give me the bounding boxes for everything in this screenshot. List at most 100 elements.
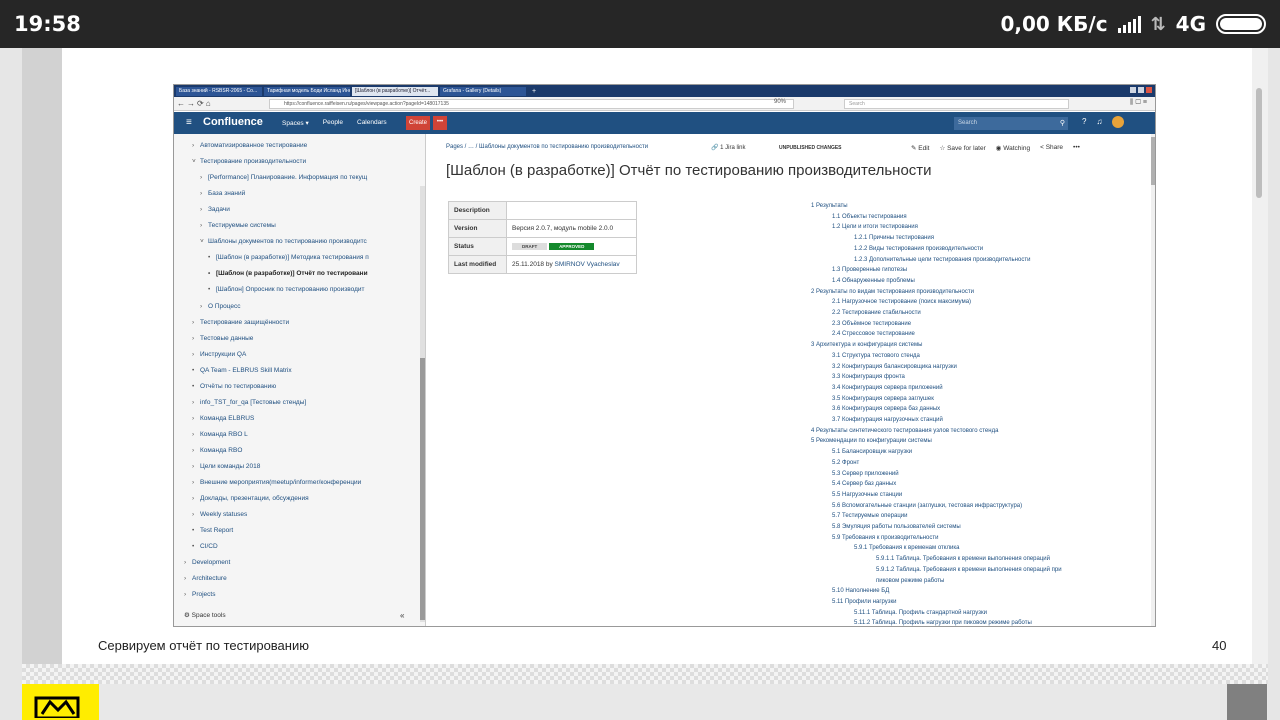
toc-link[interactable]: 5.9.1.2 Таблица. Требования к времени вы… bbox=[876, 567, 1062, 573]
sidebar-item[interactable]: › info_TST_for_qa [Тестовые стенды] bbox=[192, 399, 396, 406]
sidebar-item[interactable]: › Тестовые данные bbox=[192, 335, 396, 342]
close-icon[interactable] bbox=[1146, 87, 1152, 93]
toc-link[interactable]: 5 Рекомендации по конфигурации системы bbox=[811, 438, 932, 444]
toc-link[interactable]: 1.2.1 Причины тестирования bbox=[854, 235, 934, 241]
toolbar-menu-icon[interactable]: ⫼▢≡ bbox=[1130, 99, 1149, 107]
sidebar-item[interactable]: › Команда RBO L bbox=[192, 431, 396, 438]
sidebar-item[interactable]: • Test Report bbox=[192, 527, 396, 534]
collapse-sidebar-button[interactable]: « bbox=[400, 611, 404, 620]
address-bar[interactable]: https://confluence.raiffeisen.ru/pages/v… bbox=[269, 99, 794, 109]
sidebar-item[interactable]: • [Шаблон (в разработке)] Методика тестир… bbox=[208, 254, 396, 261]
toc-link[interactable]: 3.2 Конфигурация балансировщика нагрузки bbox=[832, 364, 957, 370]
tree-toggle-icon[interactable]: › bbox=[192, 142, 200, 149]
watching-button[interactable]: ◉ Watching bbox=[996, 144, 1030, 152]
space-tools-button[interactable]: ⚙ Space tools bbox=[184, 611, 226, 619]
sidebar-item[interactable]: ˅ Тестирование производительности bbox=[192, 158, 396, 165]
unpublished-changes-badge[interactable]: UNPUBLISHED CHANGES bbox=[779, 145, 842, 151]
tree-toggle-icon[interactable]: › bbox=[200, 174, 208, 181]
tree-toggle-icon[interactable]: › bbox=[192, 399, 200, 406]
toc-link[interactable]: 5.9.1 Требования к временам отклика bbox=[854, 545, 959, 551]
new-tab-icon[interactable]: + bbox=[528, 88, 536, 95]
toc-link[interactable]: 5.6 Вспомогательные станции (заглушки, т… bbox=[832, 503, 1022, 509]
sidebar-item[interactable]: • [Шаблон (в разработке)] Отчёт по тестир… bbox=[208, 270, 396, 277]
toc-link[interactable]: 4 Результаты синтетического тестирования… bbox=[811, 428, 998, 434]
nav-spaces[interactable]: Spaces ▾ bbox=[282, 119, 309, 127]
create-button[interactable]: Create bbox=[406, 116, 430, 130]
toc-link[interactable]: 2.1 Нагрузочное тестирование (поиск макс… bbox=[832, 299, 971, 305]
toc-link[interactable]: 1.2.3 Дополнительные цели тестирования п… bbox=[854, 257, 1030, 263]
breadcrumb[interactable]: Pages / … / Шаблоны документов по тестир… bbox=[446, 144, 648, 150]
tree-toggle-icon[interactable]: › bbox=[184, 559, 192, 566]
sidebar-item[interactable]: › Внешние мероприятия(meetup/informer/кон… bbox=[192, 479, 396, 486]
toc-link[interactable]: 5.1 Балансировщик нагрузки bbox=[832, 449, 912, 455]
toc-link[interactable]: 1.2 Цели и итоги тестирования bbox=[832, 224, 918, 230]
sidebar-item[interactable]: • [Шаблон] Опросник по тестированию произ… bbox=[208, 286, 396, 293]
nav-buttons-icon[interactable]: ←→⟳⌂ bbox=[177, 99, 213, 108]
toc-link[interactable]: 1.3 Проверенные гипотезы bbox=[832, 267, 907, 273]
tree-toggle-icon[interactable]: › bbox=[184, 575, 192, 582]
tree-toggle-icon[interactable]: › bbox=[184, 591, 192, 598]
toc-link[interactable]: 2 Результаты по видам тестирования произ… bbox=[811, 289, 974, 295]
browser-tab[interactable]: Тарифная модель Боди Исланд Инн... bbox=[264, 86, 350, 96]
sidebar-item[interactable]: › Цели команды 2018 bbox=[192, 463, 396, 470]
tree-toggle-icon[interactable]: › bbox=[192, 463, 200, 470]
sidebar-item[interactable]: › Задачи bbox=[200, 206, 396, 213]
toc-link[interactable]: 3 Архитектура и конфигурация системы bbox=[811, 342, 922, 348]
zoom-level[interactable]: 90% bbox=[774, 99, 786, 105]
toc-link[interactable]: пиковом режиме работы bbox=[876, 578, 944, 584]
notifications-icon[interactable]: ♫ bbox=[1096, 117, 1102, 128]
sidebar-item[interactable]: • CI/CD bbox=[192, 543, 396, 550]
sidebar-item[interactable]: › Команда RBO bbox=[192, 447, 396, 454]
viewer-scrollbar[interactable] bbox=[1252, 48, 1268, 664]
toc-link[interactable]: 2.2 Тестирование стабильности bbox=[832, 310, 921, 316]
sidebar-item[interactable]: › Инструкции QA bbox=[192, 351, 396, 358]
tree-toggle-icon[interactable]: • bbox=[192, 367, 200, 374]
tree-toggle-icon[interactable]: › bbox=[200, 303, 208, 310]
toc-link[interactable]: 3.1 Структура тестового стенда bbox=[832, 353, 920, 359]
toc-link[interactable]: 5.5 Нагрузочные станции bbox=[832, 492, 902, 498]
sidebar-item[interactable]: ˅ Шаблоны документов по тестированию прои… bbox=[200, 238, 396, 245]
sidebar-item[interactable]: › База знаний bbox=[200, 190, 396, 197]
toc-link[interactable]: 1.1 Объекты тестирования bbox=[832, 214, 907, 220]
tree-toggle-icon[interactable]: › bbox=[200, 206, 208, 213]
save-for-later-button[interactable]: ☆ Save for later bbox=[939, 144, 985, 152]
sidebar-item[interactable]: › Тестируемые системы bbox=[200, 222, 396, 229]
sidebar-item[interactable]: › О Процесс bbox=[200, 303, 396, 310]
toc-link[interactable]: 5.9.1.1 Таблица. Требования к времени вы… bbox=[876, 556, 1050, 562]
toc-link[interactable]: 1 Результаты bbox=[811, 203, 848, 209]
toc-link[interactable]: 1.4 Обнаруженные проблемы bbox=[832, 278, 915, 284]
sidebar-item[interactable]: › Development bbox=[184, 559, 396, 566]
toc-link[interactable]: 5.9 Требования к производительности bbox=[832, 535, 938, 541]
toc-link[interactable]: 3.7 Конфигурация нагрузочных станций bbox=[832, 417, 943, 423]
tree-toggle-icon[interactable]: › bbox=[192, 511, 200, 518]
modified-user-link[interactable]: SMIRNOV Vyacheslav bbox=[555, 261, 620, 268]
toc-link[interactable]: 5.2 Фронт bbox=[832, 460, 859, 466]
tree-toggle-icon[interactable]: › bbox=[192, 351, 200, 358]
tree-toggle-icon[interactable]: ˅ bbox=[192, 158, 200, 165]
toc-link[interactable]: 1.2.2 Виды тестирования производительнос… bbox=[854, 246, 983, 252]
toc-link[interactable]: 5.3 Сервер приложений bbox=[832, 471, 899, 477]
browser-tab-active[interactable]: [Шаблон (в разработке)] Отчёт... bbox=[352, 86, 438, 96]
tree-toggle-icon[interactable]: • bbox=[208, 286, 216, 293]
sidebar-item[interactable]: › Доклады, презентации, обсуждения bbox=[192, 495, 396, 502]
toc-link[interactable]: 5.11.1 Таблица. Профиль стандартной нагр… bbox=[854, 610, 987, 616]
tree-toggle-icon[interactable]: › bbox=[200, 190, 208, 197]
tree-toggle-icon[interactable]: ˅ bbox=[200, 238, 208, 245]
search-icon[interactable]: ⚲ bbox=[1060, 117, 1065, 130]
toc-link[interactable]: 2.3 Объёмное тестирование bbox=[832, 321, 911, 327]
tree-toggle-icon[interactable]: › bbox=[192, 479, 200, 486]
page-scrollbar[interactable] bbox=[1151, 134, 1155, 626]
minimize-icon[interactable] bbox=[1130, 87, 1136, 93]
toc-link[interactable]: 5.8 Эмуляция работы пользователей систем… bbox=[832, 524, 961, 530]
sidebar-item[interactable]: › Тестирование защищённости bbox=[192, 319, 396, 326]
toc-link[interactable]: 2.4 Стрессовое тестирование bbox=[832, 331, 915, 337]
sidebar-item[interactable]: › Команда ELBRUS bbox=[192, 415, 396, 422]
sidebar-item[interactable]: › Projects bbox=[184, 591, 396, 598]
toc-link[interactable]: 3.6 Конфигурация сервера баз данных bbox=[832, 406, 940, 412]
toc-link[interactable]: 3.3 Конфигурация фронта bbox=[832, 374, 905, 380]
create-more-button[interactable]: ••• bbox=[433, 116, 447, 130]
browser-search-input[interactable]: Search bbox=[844, 99, 1069, 109]
sidebar-item[interactable]: • QA Team - ELBRUS Skill Matrix bbox=[192, 367, 396, 374]
sidebar-scrollbar[interactable] bbox=[420, 186, 425, 622]
tree-toggle-icon[interactable]: • bbox=[192, 527, 200, 534]
